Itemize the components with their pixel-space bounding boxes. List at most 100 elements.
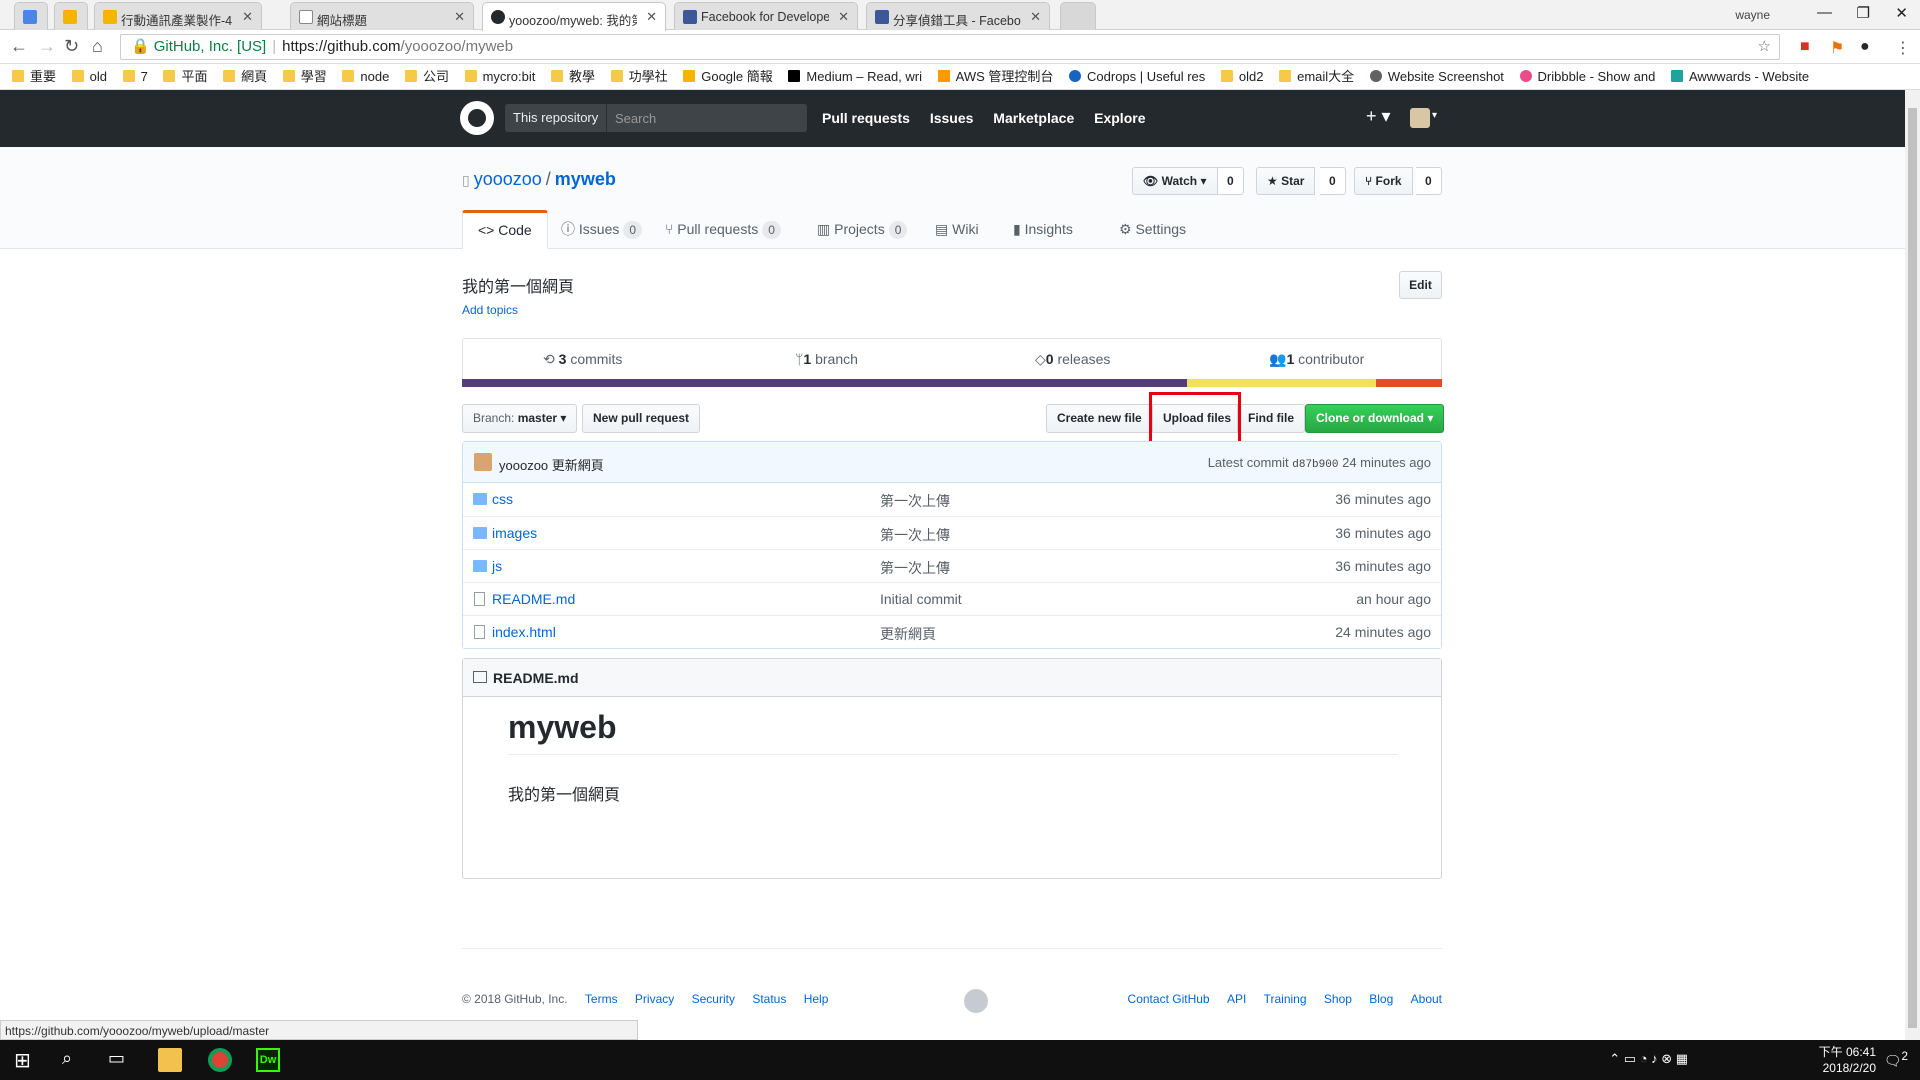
file-commit-message[interactable]: 第一次上傳 (880, 525, 950, 545)
file-name-link[interactable]: index.html (492, 624, 556, 640)
watch-button[interactable]: 👁 Watch ▾ (1132, 167, 1218, 195)
bookmark-item[interactable]: old (71, 64, 107, 90)
extension-icon[interactable]: ■ (1800, 38, 1810, 56)
table-row[interactable]: images 第一次上傳 36 minutes ago (463, 516, 1441, 549)
avatar[interactable] (474, 453, 492, 471)
file-commit-message[interactable]: 第一次上傳 (880, 558, 950, 578)
browser-tab-docs[interactable] (14, 2, 48, 30)
watch-count[interactable]: 0 (1218, 167, 1244, 195)
github-mark-icon[interactable] (964, 989, 988, 1013)
commit-message[interactable]: 更新網頁 (552, 458, 604, 473)
branch-select-button[interactable]: Branch: master ▾ (462, 404, 578, 433)
file-name-link[interactable]: images (492, 525, 537, 541)
table-row[interactable]: README.md Initial commit an hour ago (463, 582, 1441, 615)
bookmark-item[interactable]: mycro:bit (464, 64, 535, 90)
browser-tab-slides-doc[interactable]: 行動通訊產業製作-4 - Go ✕ (94, 2, 262, 30)
tab-settings[interactable]: ⚙ Settings (1104, 210, 1201, 249)
table-row[interactable]: js 第一次上傳 36 minutes ago (463, 549, 1441, 582)
close-window-icon[interactable]: ✕ (1895, 4, 1908, 22)
browser-profile-name[interactable]: wayne (1735, 8, 1770, 22)
github-extension-icon[interactable]: ● (1860, 38, 1870, 56)
table-row[interactable]: index.html 更新網頁 24 minutes ago (463, 615, 1441, 648)
tab-insights[interactable]: ▮ Insights (998, 210, 1088, 249)
footer-link-training[interactable]: Training (1264, 992, 1307, 1006)
browser-tab-facebook-debug[interactable]: 分享偵錯工具 - Faceboo ✕ (866, 2, 1050, 30)
bookmark-item[interactable]: 公司 (404, 64, 449, 90)
bookmark-item[interactable]: Website Screenshot (1369, 64, 1504, 90)
search-input[interactable] (615, 104, 805, 132)
footer-link-blog[interactable]: Blog (1369, 992, 1393, 1006)
footer-link-help[interactable]: Help (804, 992, 829, 1006)
bookmark-item[interactable]: 功學社 (610, 64, 668, 90)
avatar[interactable] (1410, 108, 1430, 128)
reload-icon[interactable]: ↻ (64, 36, 79, 57)
find-file-button[interactable]: Find file (1237, 404, 1305, 433)
taskbar-clock[interactable]: 下午 06:41 2018/2/20 (1819, 1044, 1876, 1076)
close-icon[interactable]: ✕ (454, 9, 465, 25)
add-topics-link[interactable]: Add topics (462, 303, 518, 317)
fork-count[interactable]: 0 (1416, 167, 1442, 195)
footer-link-security[interactable]: Security (692, 992, 735, 1006)
browser-tab-site-title[interactable]: 網站標題 ✕ (290, 2, 474, 30)
search-icon[interactable]: ⌕ (62, 1048, 86, 1072)
nav-issues[interactable]: Issues (930, 110, 974, 126)
chevron-down-icon[interactable]: ▾ (1432, 110, 1437, 121)
file-commit-message[interactable]: Initial commit (880, 591, 962, 607)
search-box[interactable]: This repository (505, 104, 807, 132)
browser-tab-facebook-dev[interactable]: Facebook for Develope ✕ (674, 2, 858, 30)
nav-marketplace[interactable]: Marketplace (993, 110, 1074, 126)
bookmark-item[interactable]: email大全 (1279, 64, 1354, 90)
home-icon[interactable]: ⌂ (92, 36, 103, 57)
create-new-dropdown-icon[interactable]: + ▾ (1366, 106, 1391, 127)
branch-summary[interactable]: ᛘ1 branch (795, 351, 858, 367)
edit-description-button[interactable]: Edit (1399, 271, 1442, 299)
tab-wiki[interactable]: ▤ Wiki (920, 210, 994, 249)
bookmark-item[interactable]: AWS 管理控制台 (937, 64, 1053, 90)
bookmark-item[interactable]: 重要 (12, 64, 56, 90)
nav-pull-requests[interactable]: Pull requests (822, 110, 910, 126)
bookmark-item[interactable]: 學習 (282, 64, 327, 90)
nav-explore[interactable]: Explore (1094, 110, 1145, 126)
close-icon[interactable]: ✕ (838, 9, 849, 25)
file-explorer-icon[interactable] (158, 1048, 182, 1072)
menu-icon[interactable]: ⋮ (1895, 38, 1911, 58)
create-new-file-button[interactable]: Create new file (1046, 404, 1153, 433)
new-tab-button[interactable] (1060, 2, 1096, 30)
bookmark-item[interactable]: 教學 (550, 64, 595, 90)
bookmark-item[interactable]: Awwwards - Website (1670, 64, 1809, 90)
fork-button[interactable]: ⑂ Fork (1354, 167, 1413, 195)
minimize-icon[interactable]: — (1817, 4, 1832, 21)
bookmark-item[interactable]: Medium – Read, wri (788, 64, 922, 90)
tab-projects[interactable]: ▥ Projects 0 (802, 210, 922, 249)
scrollbar-thumb[interactable] (1908, 108, 1917, 1028)
task-view-icon[interactable]: ▭ (108, 1048, 132, 1072)
forward-icon[interactable]: → (38, 36, 56, 57)
clone-download-button[interactable]: Clone or download ▾ (1305, 404, 1445, 433)
bookmark-item[interactable]: Codrops | Useful res (1069, 64, 1205, 90)
footer-link-terms[interactable]: Terms (585, 992, 618, 1006)
back-icon[interactable]: ← (10, 36, 28, 57)
star-button[interactable]: ★ Star (1256, 167, 1316, 195)
language-bar[interactable] (462, 379, 1442, 387)
contributors-summary[interactable]: 👥1 contributor (1269, 351, 1364, 368)
footer-link-contact[interactable]: Contact GitHub (1128, 992, 1210, 1006)
extension-icon[interactable]: ⚑ (1830, 38, 1844, 58)
address-bar[interactable]: 🔒 GitHub, Inc. [US] | https://github.com/yo… (120, 34, 1780, 60)
page-scrollbar[interactable] (1905, 90, 1920, 1040)
bookmark-item[interactable]: Dribbble - Show and (1519, 64, 1655, 90)
tab-issues[interactable]: ⓘ Issues 0 (546, 210, 657, 249)
bookmark-item[interactable]: 平面 (163, 64, 208, 90)
notification-icon[interactable]: 🗨2 (1884, 1050, 1908, 1070)
table-row[interactable]: css 第一次上傳 36 minutes ago (463, 483, 1441, 516)
bookmark-item[interactable]: 7 (122, 64, 148, 90)
repo-name-link[interactable]: myweb (555, 169, 616, 189)
chrome-icon[interactable] (208, 1048, 232, 1072)
tab-code[interactable]: <> Code (462, 210, 548, 249)
file-name-link[interactable]: js (492, 558, 502, 574)
new-pull-request-button[interactable]: New pull request (582, 404, 701, 433)
readme-title[interactable]: README.md (493, 670, 579, 686)
footer-link-status[interactable]: Status (752, 992, 786, 1006)
releases-summary[interactable]: ◇0 releases (1035, 351, 1110, 368)
file-name-link[interactable]: css (492, 491, 513, 507)
footer-link-api[interactable]: API (1227, 992, 1246, 1006)
